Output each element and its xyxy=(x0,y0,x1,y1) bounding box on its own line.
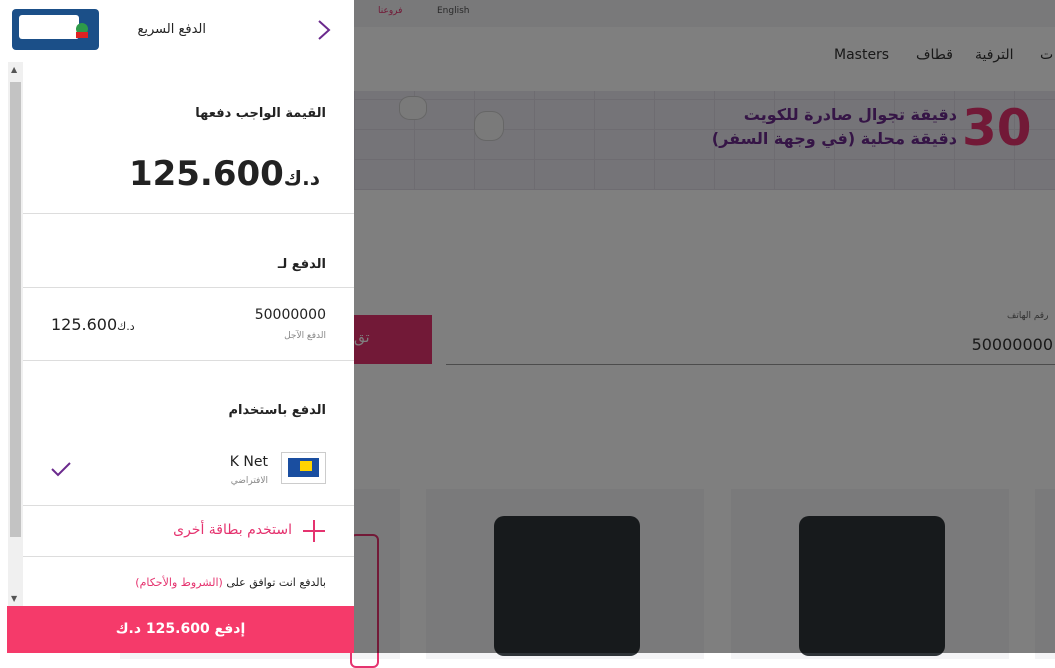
panel-header: الدفع السريع xyxy=(0,0,354,62)
account-amount-value: 125.600 xyxy=(51,315,118,334)
payment-method-default: الافتراضي xyxy=(230,476,268,486)
scrollbar[interactable]: ▲ ▼ xyxy=(8,62,23,606)
chevron-right-icon[interactable] xyxy=(313,18,335,42)
divider xyxy=(23,213,354,214)
plus-icon[interactable] xyxy=(302,519,326,543)
amount-due: د.ك125.600 xyxy=(129,154,326,194)
logo-mark xyxy=(76,32,88,38)
use-other-card-link[interactable]: استخدم بطاقة أخرى xyxy=(173,522,292,538)
divider xyxy=(23,556,354,557)
viva-logo xyxy=(12,9,99,50)
pay-button-label: إدفع 125.600 د.ك xyxy=(115,621,246,637)
terms-link[interactable]: (الشروط والأحكام) xyxy=(135,576,223,589)
quick-pay-panel: الدفع السريع ▲ ▼ القيمة الواجب دفعها د.ك… xyxy=(0,0,354,653)
account-amount: 125.600د.ك xyxy=(51,315,139,334)
payment-method-name[interactable]: K Net xyxy=(230,454,268,470)
knet-logo-mark xyxy=(288,458,319,477)
pay-button[interactable]: إدفع 125.600 د.ك xyxy=(7,606,354,653)
currency: د.ك xyxy=(117,320,135,333)
knet-logo-mark xyxy=(300,461,312,471)
divider xyxy=(23,287,354,288)
panel-title: الدفع السريع xyxy=(137,22,206,37)
amount-due-label: القيمة الواجب دفعها xyxy=(195,106,326,121)
account-number: 50000000 xyxy=(254,307,326,323)
scrollbar-thumb[interactable] xyxy=(10,82,21,537)
divider xyxy=(23,360,354,361)
scroll-up-icon[interactable]: ▲ xyxy=(11,65,17,74)
currency: د.ك xyxy=(283,166,320,190)
knet-logo-icon xyxy=(281,452,326,484)
logo-wordmark xyxy=(19,15,79,39)
terms-prefix: بالدفع انت توافق على xyxy=(222,576,326,589)
divider xyxy=(23,505,354,506)
pay-for-label: الدفع لـ xyxy=(277,257,326,272)
pay-using-label: الدفع باستخدام xyxy=(228,403,326,418)
scroll-down-icon[interactable]: ▼ xyxy=(11,594,17,603)
checkmark-icon xyxy=(51,462,71,477)
terms-text: بالدفع انت توافق على (الشروط والأحكام) xyxy=(135,576,326,589)
amount-value: 125.600 xyxy=(128,154,284,194)
account-type: الدفع الآجل xyxy=(284,331,326,341)
